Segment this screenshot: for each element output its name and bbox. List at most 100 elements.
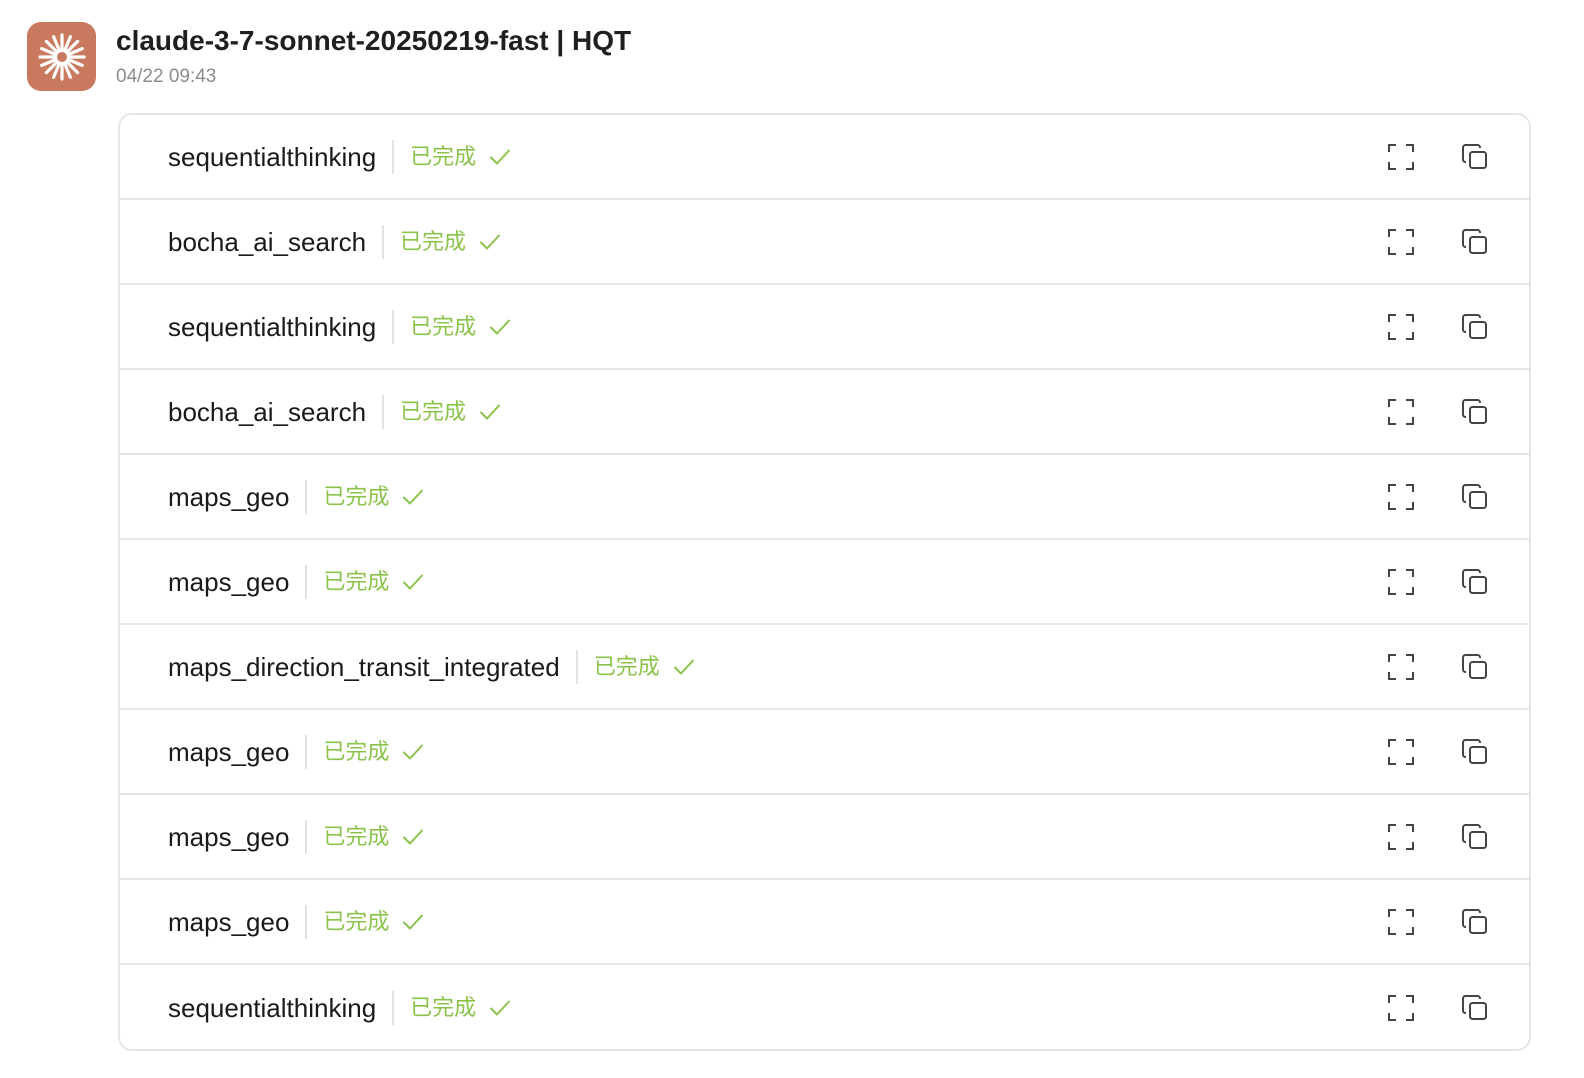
status-label: 已完成 [400,398,467,424]
tool-call-row[interactable]: maps_geo 已完成 [120,880,1529,965]
divider [382,394,385,429]
expand-button[interactable] [1385,226,1417,258]
copy-button[interactable] [1459,992,1491,1024]
chat-message: claude-3-7-sonnet-20250219-fast | HQT 04… [0,0,1584,1078]
row-actions [1385,540,1491,623]
expand-button[interactable] [1385,141,1417,173]
check-icon [673,659,694,674]
message-header: claude-3-7-sonnet-20250219-fast | HQT 04… [116,22,631,90]
tool-status: 已完成 [323,738,425,766]
tool-status: 已完成 [323,568,425,596]
copy-icon [1462,398,1487,424]
copy-button[interactable] [1459,821,1491,853]
tool-status: 已完成 [410,143,512,171]
copy-button[interactable] [1459,141,1491,173]
check-icon [490,319,511,334]
fullscreen-expand-icon [1388,994,1414,1021]
check-icon [490,149,511,164]
copy-button[interactable] [1459,736,1491,768]
check-icon [480,404,501,419]
copy-button[interactable] [1459,311,1491,343]
copy-icon [1462,908,1487,934]
status-label: 已完成 [323,823,390,849]
copy-button[interactable] [1459,566,1491,598]
check-icon [403,744,424,759]
tool-call-row[interactable]: sequentialthinking 已完成 [120,965,1529,1049]
tool-call-row[interactable]: maps_geo 已完成 [120,540,1529,625]
fullscreen-expand-icon [1388,653,1414,680]
divider [392,309,395,344]
row-actions [1385,370,1491,453]
tool-call-row[interactable]: maps_geo 已完成 [120,455,1529,540]
copy-button[interactable] [1459,226,1491,258]
copy-button[interactable] [1459,396,1491,428]
fullscreen-expand-icon [1388,313,1414,340]
divider [392,990,395,1025]
tool-name: maps_direction_transit_integrated [168,651,560,682]
status-label: 已完成 [593,653,660,679]
check-icon [403,489,424,504]
copy-icon [1462,823,1487,849]
check-icon [490,1000,511,1015]
tool-call-row[interactable]: maps_geo 已完成 [120,795,1529,880]
expand-button[interactable] [1385,481,1417,513]
copy-icon [1462,313,1487,339]
copy-icon [1462,568,1487,594]
divider [305,734,308,769]
model-name: claude-3-7-sonnet-20250219-fast | HQT [116,25,632,56]
check-icon [403,914,424,929]
row-actions [1385,880,1491,963]
divider [305,479,308,514]
sparkle-burst-icon [37,32,86,81]
tool-status: 已完成 [594,653,696,681]
expand-button[interactable] [1385,566,1417,598]
fullscreen-expand-icon [1388,483,1414,510]
tool-call-row[interactable]: maps_geo 已完成 [120,710,1529,795]
row-actions [1385,285,1491,368]
message-timestamp: 04/22 09:43 [116,66,217,87]
status-label: 已完成 [400,228,467,254]
fullscreen-expand-icon [1388,908,1414,935]
expand-button[interactable] [1385,992,1417,1024]
tool-name: bocha_ai_search [168,396,367,427]
row-actions [1385,965,1491,1049]
status-label: 已完成 [323,568,390,594]
tool-name: maps_geo [168,906,290,937]
copy-icon [1462,653,1487,679]
tool-call-row[interactable]: bocha_ai_search 已完成 [120,200,1529,285]
tool-call-row[interactable]: sequentialthinking 已完成 [120,285,1529,370]
tool-call-row[interactable]: maps_direction_transit_integrated 已完成 [120,625,1529,710]
row-actions [1385,200,1491,283]
tool-name: sequentialthinking [168,992,377,1023]
fullscreen-expand-icon [1388,738,1414,765]
tool-name: maps_geo [168,736,290,767]
divider [305,819,308,854]
tool-name: maps_geo [168,821,290,852]
fullscreen-expand-icon [1388,228,1414,255]
copy-icon [1462,738,1487,764]
tool-name: sequentialthinking [168,311,377,342]
expand-button[interactable] [1385,311,1417,343]
expand-button[interactable] [1385,651,1417,683]
tool-name: maps_geo [168,566,290,597]
expand-button[interactable] [1385,396,1417,428]
divider [392,139,395,174]
tool-status: 已完成 [410,994,512,1022]
status-label: 已完成 [323,483,390,509]
copy-button[interactable] [1459,906,1491,938]
tool-name: sequentialthinking [168,141,377,172]
tool-call-row[interactable]: bocha_ai_search 已完成 [120,370,1529,455]
expand-button[interactable] [1385,736,1417,768]
tool-status: 已完成 [323,483,425,511]
copy-icon [1462,483,1487,509]
expand-button[interactable] [1385,821,1417,853]
tool-call-row[interactable]: sequentialthinking 已完成 [120,115,1529,200]
copy-button[interactable] [1459,481,1491,513]
copy-button[interactable] [1459,651,1491,683]
status-label: 已完成 [323,738,390,764]
tool-status: 已完成 [410,313,512,341]
row-actions [1385,625,1491,708]
copy-icon [1462,143,1487,169]
expand-button[interactable] [1385,906,1417,938]
row-actions [1385,455,1491,538]
